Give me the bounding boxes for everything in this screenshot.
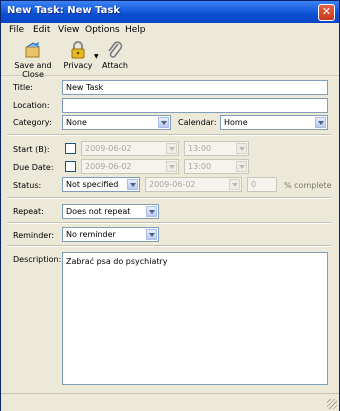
repeat-select[interactable]: Does not repeat [62,204,159,219]
reminder-label: Reminder: [13,231,55,240]
menu-edit[interactable]: Edit [33,25,50,35]
menu-bar: File Edit View Options Help [1,23,339,40]
menu-help[interactable]: Help [125,25,146,35]
description-textarea[interactable]: Zabrać psa do psychiatry [62,252,328,385]
menu-view[interactable]: View [58,25,79,35]
due-date-field[interactable]: 2009-06-02 [81,159,179,174]
description-label: Description: [13,255,62,264]
percent-complete-input[interactable]: 0 [247,177,277,192]
chevron-down-icon[interactable] [229,179,240,190]
menu-file[interactable]: File [9,25,24,35]
close-icon: ✕ [321,5,332,18]
category-select[interactable]: None [62,115,171,130]
repeat-value: Does not repeat [66,207,131,216]
lock-icon [71,41,85,59]
start-date-value: 2009-06-02 [85,144,132,153]
task-window: New Task: New Task ✕ File Edit View Opti… [0,0,340,411]
calendar-value: Home [224,118,248,127]
save-close-icon [25,42,40,58]
menu-options[interactable]: Options [85,25,120,35]
chevron-down-icon[interactable] [158,117,169,128]
start-time-field[interactable]: 13:00 [184,141,249,156]
repeat-label: Repeat: [13,207,44,216]
start-checkbox[interactable] [65,143,76,154]
close-button[interactable]: ✕ [318,4,335,21]
reminder-select[interactable]: No reminder [62,227,159,242]
location-label: Location: [13,101,50,110]
due-time-field[interactable]: 13:00 [184,159,249,174]
privacy-dropdown-icon[interactable]: ▼ [94,53,99,60]
due-date-checkbox[interactable] [65,161,76,172]
due-time-value: 13:00 [188,162,212,171]
privacy-label: Privacy [63,61,93,70]
save-and-close-button[interactable]: Save and Close [5,41,61,79]
category-value: None [66,118,87,127]
calendar-label: Calendar: [178,118,217,127]
start-date-field[interactable]: 2009-06-02 [81,141,179,156]
chevron-down-icon[interactable] [236,143,247,154]
separator [7,197,331,199]
chevron-down-icon[interactable] [146,229,157,240]
start-time-value: 13:00 [188,144,212,153]
status-date-value: 2009-06-02 [149,180,196,189]
status-select[interactable]: Not specified [62,177,140,192]
resize-grip-icon[interactable] [327,399,337,409]
status-bar [1,393,339,411]
title-bar: New Task: New Task ✕ [1,1,339,23]
save-close-label: Save and Close [14,61,52,79]
start-label: Start (B): [13,145,50,154]
location-input[interactable] [62,98,328,113]
reminder-value: No reminder [66,230,116,239]
chevron-down-icon[interactable] [236,161,247,172]
percent-complete-label: % complete [284,181,332,190]
privacy-button[interactable]: Privacy [63,41,93,70]
chevron-down-icon[interactable] [166,143,177,154]
calendar-select[interactable]: Home [220,115,328,130]
attach-button[interactable]: Attach [101,41,129,70]
chevron-down-icon[interactable] [166,161,177,172]
separator [7,222,331,224]
window-title: New Task: New Task [7,5,120,16]
paperclip-icon [108,41,123,58]
chevron-down-icon[interactable] [127,179,138,190]
attach-label: Attach [102,61,128,70]
title-label: Title: [13,83,33,92]
status-label: Status: [13,181,42,190]
toolbar: Save and Close Privacy ▼ Attach [1,39,339,79]
title-input[interactable]: New Task [62,80,328,95]
status-date-field[interactable]: 2009-06-02 [145,177,242,192]
chevron-down-icon[interactable] [146,206,157,217]
chevron-down-icon[interactable] [315,117,326,128]
separator [7,134,331,136]
category-label: Category: [13,118,52,127]
status-value: Not specified [66,180,119,189]
due-date-label: Due Date: [13,163,54,172]
due-date-value: 2009-06-02 [85,162,132,171]
separator [7,245,331,247]
